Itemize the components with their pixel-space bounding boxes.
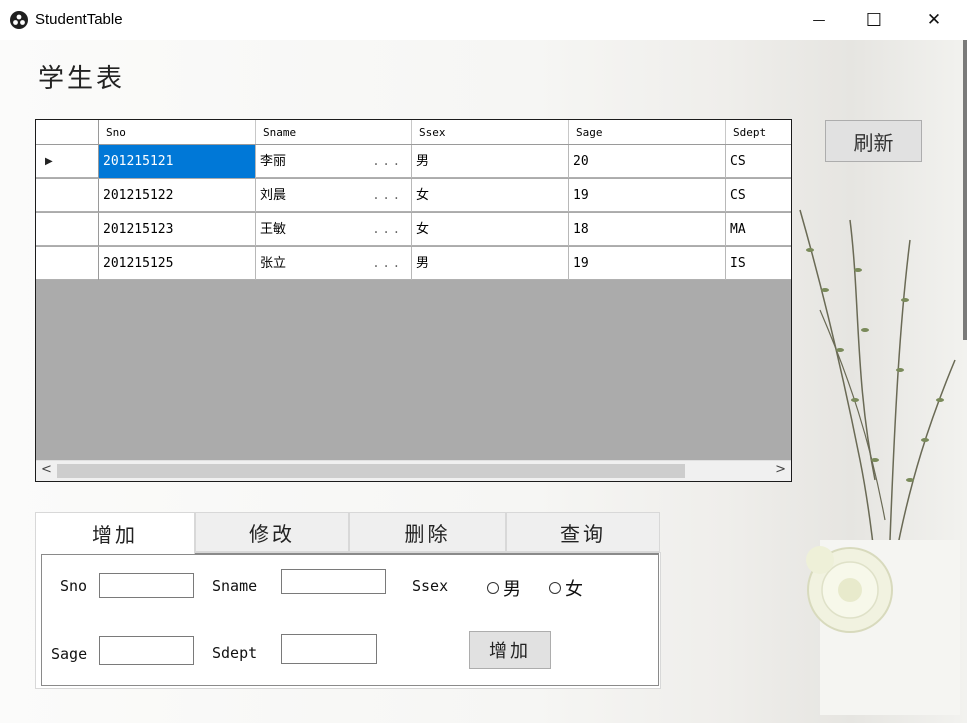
sno-label: Sno — [60, 577, 88, 595]
cell-sage[interactable]: 19 — [569, 247, 726, 280]
cell-sname-text: 王敏 — [260, 222, 287, 237]
cell-sno[interactable]: 201215125 — [99, 247, 256, 280]
row-header[interactable] — [36, 179, 99, 212]
radio-circle-icon — [549, 582, 561, 594]
cell-ssex[interactable]: 男 — [412, 145, 569, 178]
sdept-input[interactable] — [281, 634, 377, 664]
close-icon: ✕ — [926, 10, 942, 30]
cell-sdept[interactable]: MA — [726, 213, 791, 246]
row-header[interactable]: ▶ — [36, 145, 99, 178]
maximize-icon: ☐ — [865, 9, 883, 31]
sno-input[interactable] — [99, 573, 194, 598]
row-header[interactable] — [36, 247, 99, 280]
cell-sname[interactable]: 刘晨 ... — [256, 179, 412, 212]
ellipsis-button[interactable]: ... — [372, 179, 403, 212]
cell-sno[interactable]: 201215123 — [99, 213, 256, 246]
window-edge — [963, 40, 967, 340]
title-bar: StudentTable — ☐ ✕ — [0, 0, 967, 40]
tab-delete[interactable]: 删除 — [349, 512, 506, 552]
cell-sname[interactable]: 李丽 ... — [256, 145, 412, 178]
sage-input[interactable] — [99, 636, 194, 665]
ellipsis-button[interactable]: ... — [372, 247, 403, 280]
tab-bar: 增加 修改 删除 查询 — [35, 512, 660, 554]
scrollbar-thumb[interactable] — [57, 464, 685, 478]
ellipsis-button[interactable]: ... — [372, 145, 403, 178]
column-header-sname[interactable]: Sname — [256, 120, 412, 144]
scroll-right-icon[interactable]: > — [775, 462, 786, 477]
table-row[interactable]: 201215125 张立 ... 男 19 IS — [36, 247, 791, 280]
cell-ssex[interactable]: 男 — [412, 247, 569, 280]
cell-sdept[interactable]: CS — [726, 179, 791, 212]
grid-corner-header[interactable] — [36, 120, 99, 144]
horizontal-scrollbar[interactable]: < > — [36, 460, 791, 481]
minimize-button[interactable]: — — [790, 0, 848, 40]
column-header-sno[interactable]: Sno — [99, 120, 256, 144]
column-header-ssex[interactable]: Ssex — [412, 120, 569, 144]
flower-background-image — [799, 209, 960, 715]
cell-sname-text: 刘晨 — [260, 188, 287, 203]
close-button[interactable]: ✕ — [905, 0, 963, 40]
cell-sdept[interactable]: CS — [726, 145, 791, 178]
cell-ssex[interactable]: 女 — [412, 213, 569, 246]
window-title: StudentTable — [35, 11, 123, 28]
cell-sno[interactable]: 201215121 — [99, 145, 256, 178]
grid-header: Sno Sname Ssex Sage Sdept — [36, 120, 791, 145]
scroll-left-icon[interactable]: < — [41, 462, 52, 477]
table-row[interactable]: 201215122 刘晨 ... 女 19 CS — [36, 179, 791, 212]
tab-add[interactable]: 增加 — [35, 512, 195, 554]
student-data-grid[interactable]: Sno Sname Ssex Sage Sdept ▶ 201215121 李丽… — [35, 119, 792, 482]
ellipsis-button[interactable]: ... — [372, 213, 403, 246]
row-pointer-icon: ▶ — [45, 156, 53, 167]
radio-female-label: 女 — [565, 579, 583, 600]
cell-ssex[interactable]: 女 — [412, 179, 569, 212]
cell-sname-text: 张立 — [260, 256, 287, 271]
cell-sage[interactable]: 19 — [569, 179, 726, 212]
add-button[interactable]: 增加 — [469, 631, 551, 669]
radio-circle-icon — [487, 582, 499, 594]
column-header-sage[interactable]: Sage — [569, 120, 726, 144]
page-title: 学生表 — [38, 64, 126, 94]
refresh-button[interactable]: 刷新 — [825, 120, 922, 162]
sname-label: Sname — [212, 577, 258, 595]
table-row[interactable]: 201215123 王敏 ... 女 18 MA — [36, 213, 791, 246]
cell-sdept[interactable]: IS — [726, 247, 791, 280]
table-row[interactable]: ▶ 201215121 李丽 ... 男 20 CS — [36, 145, 791, 178]
minimize-icon: — — [812, 12, 826, 28]
tab-query[interactable]: 查询 — [506, 512, 660, 552]
sage-label: Sage — [51, 645, 88, 663]
cell-sname[interactable]: 王敏 ... — [256, 213, 412, 246]
radio-male[interactable]: 男 — [487, 575, 521, 601]
radio-female[interactable]: 女 — [549, 575, 583, 601]
cell-sage[interactable]: 20 — [569, 145, 726, 178]
maximize-button[interactable]: ☐ — [845, 0, 903, 40]
cell-sname-text: 李丽 — [260, 154, 287, 169]
row-header[interactable] — [36, 213, 99, 246]
ssex-label: Ssex — [412, 577, 449, 595]
app-icon — [10, 11, 28, 29]
cell-sno[interactable]: 201215122 — [99, 179, 256, 212]
radio-male-label: 男 — [503, 579, 521, 600]
cell-sname[interactable]: 张立 ... — [256, 247, 412, 280]
column-header-sdept[interactable]: Sdept — [726, 120, 791, 144]
sdept-label: Sdept — [212, 644, 258, 662]
sname-input[interactable] — [281, 569, 386, 594]
tab-modify[interactable]: 修改 — [195, 512, 349, 552]
cell-sage[interactable]: 18 — [569, 213, 726, 246]
